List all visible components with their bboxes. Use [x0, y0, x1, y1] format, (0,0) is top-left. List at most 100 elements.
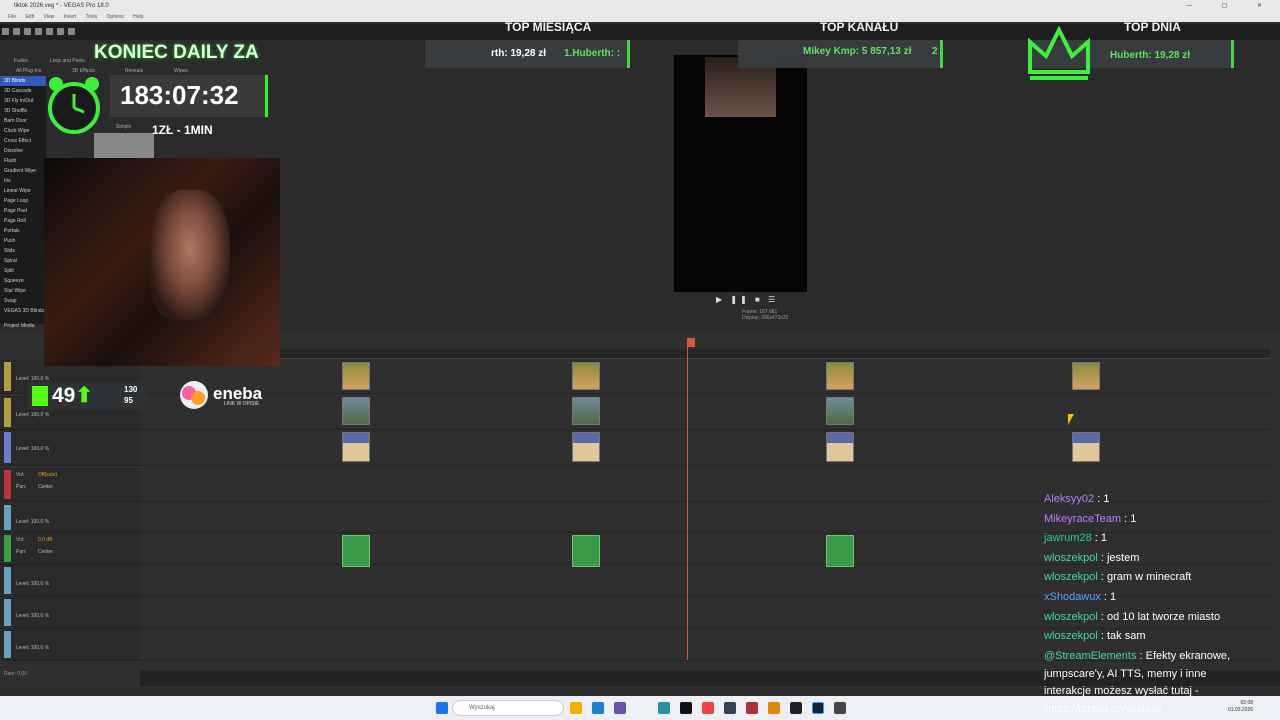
overlay-clip[interactable] — [1072, 362, 1100, 390]
tab-simple[interactable]: Simple — [116, 124, 131, 130]
transition-item[interactable]: Barn Door — [0, 116, 46, 126]
title-clip[interactable] — [572, 432, 600, 462]
transition-item[interactable]: Star Wipe — [0, 286, 46, 296]
transition-item[interactable]: Split — [0, 266, 46, 276]
timeline-ruler[interactable] — [280, 349, 1270, 359]
menu-tools[interactable]: Tools — [85, 14, 97, 20]
menu-file[interactable]: File — [8, 14, 16, 20]
transition-item[interactable]: Cross Effect — [0, 136, 46, 146]
title-clip[interactable] — [342, 432, 370, 462]
playback-rate[interactable]: Rate: 0,00 — [4, 671, 27, 677]
teams-icon[interactable] — [614, 702, 626, 714]
transition-item[interactable]: 3D Shuffle — [0, 106, 46, 116]
menu-view[interactable]: View — [43, 14, 54, 20]
project-media-tab[interactable]: Project Media — [4, 323, 35, 329]
track-level[interactable]: Level: 100,0 % — [16, 519, 49, 525]
track-header[interactable]: Vol: Off(solo) Pan: Center — [0, 468, 140, 502]
tool-icon[interactable] — [724, 702, 736, 714]
track-level[interactable]: Level: 100,0 % — [16, 613, 49, 619]
vegas-icon[interactable] — [680, 702, 692, 714]
transition-item[interactable]: Swap — [0, 296, 46, 306]
track-header[interactable]: Level: 100,0 % — [0, 597, 140, 629]
tab-reveals[interactable]: Reveals — [125, 68, 143, 74]
transition-item[interactable]: Flash — [0, 156, 46, 166]
cut-icon[interactable] — [57, 28, 64, 35]
audio-clip[interactable] — [826, 535, 854, 567]
app3-icon[interactable] — [834, 702, 846, 714]
transition-item[interactable]: Slide — [0, 246, 46, 256]
track-lane[interactable] — [140, 396, 1270, 430]
transition-item[interactable]: Dissolve — [0, 146, 46, 156]
preview-transport[interactable]: ▶ ❚❚ ■ ☰ — [716, 295, 778, 304]
transition-item[interactable]: Clock Wipe — [0, 126, 46, 136]
track-header[interactable]: Level: 100,0 % — [0, 565, 140, 597]
audio-clip[interactable] — [342, 535, 370, 567]
track-header[interactable]: Level: 100,0 % — [0, 629, 140, 661]
track-lane[interactable] — [140, 430, 1270, 466]
transition-item[interactable]: Portals — [0, 226, 46, 236]
title-clip[interactable] — [826, 432, 854, 462]
transition-item[interactable]: Page Peel — [0, 206, 46, 216]
menu-edit[interactable]: Edit — [25, 14, 34, 20]
audio-clip[interactable] — [572, 535, 600, 567]
menu-options[interactable]: Options — [107, 14, 124, 20]
track-pan-value[interactable]: Center — [38, 549, 53, 555]
track-header[interactable]: Level: 100,0 % — [0, 430, 140, 466]
transition-item[interactable]: 3D Cascade — [0, 86, 46, 96]
track-vol-value[interactable]: 0,0 dB — [38, 537, 52, 543]
open-icon[interactable] — [13, 28, 20, 35]
track-level[interactable]: Level: 100,0 % — [16, 446, 49, 452]
track-header[interactable]: Vol: 0,0 dB Pan: Center — [0, 533, 140, 565]
taskbar-search[interactable]: Wyszukaj — [452, 700, 564, 716]
netflix-icon[interactable] — [746, 702, 758, 714]
app-icon[interactable] — [658, 702, 670, 714]
overlay-clip[interactable] — [572, 362, 600, 390]
title-clip[interactable] — [1072, 432, 1100, 462]
track-level[interactable]: Level: 100,0 % — [16, 581, 49, 587]
undo-icon[interactable] — [68, 28, 75, 35]
overlay-clip[interactable] — [826, 362, 854, 390]
transition-item[interactable]: Iris — [0, 176, 46, 186]
transition-item[interactable]: Spiral — [0, 256, 46, 266]
video-clip[interactable] — [342, 397, 370, 425]
render-icon[interactable] — [35, 28, 42, 35]
new-icon[interactable] — [2, 28, 9, 35]
tab-all-plugins[interactable]: All Plug-Ins — [16, 68, 41, 74]
playhead-cursor[interactable] — [687, 342, 688, 660]
transition-item[interactable]: Squeeze — [0, 276, 46, 286]
playhead-handle[interactable] — [687, 338, 695, 347]
tab-loop-peels[interactable]: Loop and Peels — [50, 58, 85, 64]
transition-item[interactable]: Page Loop — [0, 196, 46, 206]
transition-item[interactable]: Linear Wipe — [0, 186, 46, 196]
photoshop-icon[interactable] — [812, 702, 824, 714]
transition-thumbnail[interactable] — [94, 133, 154, 161]
tab-fades[interactable]: Fades — [14, 58, 28, 64]
save-icon[interactable] — [24, 28, 31, 35]
menu-help[interactable]: Help — [133, 14, 143, 20]
overlay-clip[interactable] — [342, 362, 370, 390]
track-header[interactable]: Level: 100,0 % — [0, 503, 140, 533]
transition-item[interactable]: VEGAS 3D Blinds — [0, 306, 46, 316]
app2-icon[interactable] — [768, 702, 780, 714]
obs-icon[interactable] — [790, 702, 802, 714]
window-controls[interactable]: — ▢ ✕ — [1186, 0, 1276, 12]
video-clip[interactable] — [572, 397, 600, 425]
track-level[interactable]: Level: 100,0 % — [16, 412, 49, 418]
track-level[interactable]: Level: 100,0 % — [16, 645, 49, 651]
transition-item[interactable]: Push — [0, 236, 46, 246]
menu-insert[interactable]: Insert — [64, 14, 77, 20]
tab-wipes[interactable]: Wipes — [174, 68, 188, 74]
transition-item[interactable]: Gradient Wipe — [0, 166, 46, 176]
transition-item[interactable]: 3D Fly In/Out — [0, 96, 46, 106]
properties-icon[interactable] — [46, 28, 53, 35]
video-clip[interactable] — [826, 397, 854, 425]
track-vol-value[interactable]: Off(solo) — [38, 472, 57, 478]
transition-item[interactable]: Page Roll — [0, 216, 46, 226]
track-pan-value[interactable]: Center — [38, 484, 53, 490]
start-icon[interactable] — [436, 702, 448, 714]
track-lane[interactable] — [140, 360, 1270, 394]
transition-item[interactable]: 3D Blinds — [0, 76, 46, 86]
taskbar-clock[interactable]: 02:08 01.03.2026 — [1228, 700, 1253, 714]
edge-icon[interactable] — [592, 702, 604, 714]
opera-icon[interactable] — [702, 702, 714, 714]
